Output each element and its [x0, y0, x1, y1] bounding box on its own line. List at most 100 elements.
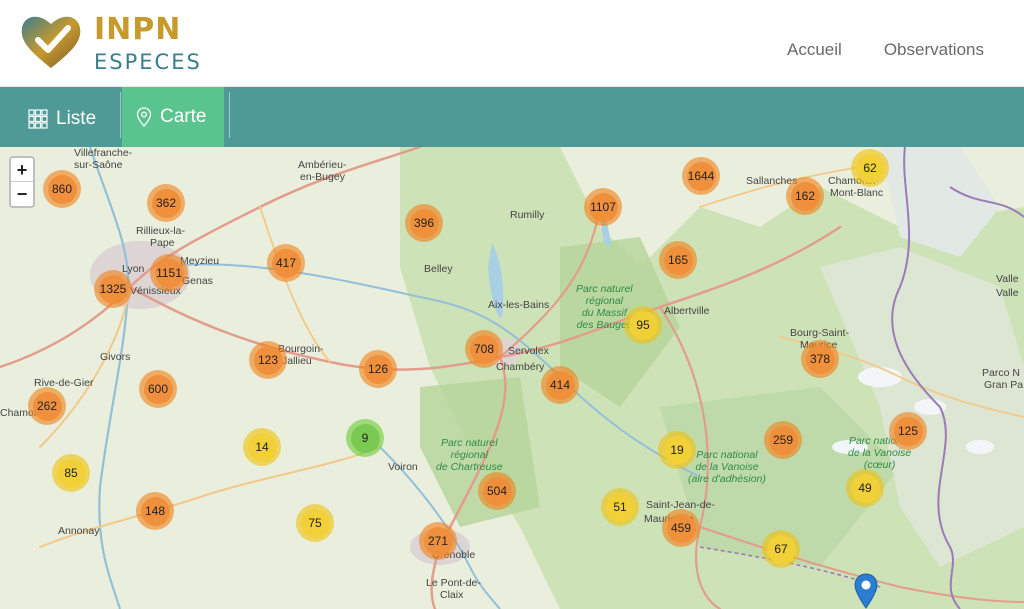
- cluster-count: 95: [628, 310, 658, 340]
- observation-cluster[interactable]: 123: [249, 341, 287, 379]
- cluster-count: 708: [469, 334, 499, 364]
- observation-cluster[interactable]: 262: [28, 387, 66, 425]
- top-navigation: Accueil Observations: [787, 40, 984, 60]
- observation-cluster[interactable]: 165: [659, 241, 697, 279]
- observation-cluster[interactable]: 9: [346, 419, 384, 457]
- observation-cluster[interactable]: 19: [658, 431, 696, 469]
- site-header: INPN ESPECES Accueil Observations: [0, 0, 1024, 87]
- cluster-count: 14: [247, 432, 277, 462]
- logo-text-especes: ESPECES: [94, 50, 202, 74]
- cluster-count: 123: [253, 345, 283, 375]
- nav-observations-link[interactable]: Observations: [884, 40, 984, 60]
- observation-cluster[interactable]: 414: [541, 366, 579, 404]
- observation-cluster[interactable]: 51: [601, 488, 639, 526]
- cluster-count: 262: [32, 391, 62, 421]
- observation-cluster[interactable]: 259: [764, 421, 802, 459]
- zoom-out-button[interactable]: −: [11, 182, 33, 206]
- park-label: Parc naturel régional de Chartreuse: [436, 437, 503, 473]
- heart-check-icon: [21, 16, 81, 68]
- observation-cluster[interactable]: 1107: [584, 188, 622, 226]
- zoom-control: + −: [9, 156, 35, 208]
- place-label: Valle: [996, 287, 1019, 299]
- observation-cluster[interactable]: 162: [786, 177, 824, 215]
- observation-cluster[interactable]: 1151: [150, 254, 188, 292]
- place-label: Rumilly: [510, 209, 545, 221]
- place-label: en-Bugey: [300, 171, 345, 183]
- observation-cluster[interactable]: 1325: [94, 270, 132, 308]
- observation-cluster[interactable]: 95: [624, 306, 662, 344]
- observation-cluster[interactable]: 126: [359, 350, 397, 388]
- tab-divider: [229, 92, 230, 138]
- observation-cluster[interactable]: 417: [267, 244, 305, 282]
- cluster-count: 85: [56, 458, 86, 488]
- observation-cluster[interactable]: 75: [296, 504, 334, 542]
- cluster-count: 860: [47, 174, 77, 204]
- place-label: Voiron: [388, 461, 418, 473]
- park-label-line: régional: [450, 449, 488, 461]
- observation-cluster[interactable]: 504: [478, 472, 516, 510]
- place-label: Chambéry: [496, 361, 545, 373]
- grid-icon: [28, 109, 48, 129]
- observation-cluster[interactable]: 85: [52, 454, 90, 492]
- park-label-line: du Massif: [581, 307, 627, 319]
- cluster-count: 362: [151, 188, 181, 218]
- cluster-count: 378: [805, 344, 835, 374]
- cluster-count: 126: [363, 354, 393, 384]
- observation-cluster[interactable]: 148: [136, 492, 174, 530]
- observation-cluster[interactable]: 49: [846, 469, 884, 507]
- tab-liste-label: Liste: [56, 108, 97, 129]
- observation-cluster[interactable]: 600: [139, 370, 177, 408]
- cluster-count: 1325: [98, 274, 128, 304]
- observation-cluster[interactable]: 1644: [682, 157, 720, 195]
- cluster-count: 396: [409, 208, 439, 238]
- cluster-count: 1107: [588, 192, 618, 222]
- observation-cluster[interactable]: 271: [419, 522, 457, 560]
- cluster-count: 1644: [686, 161, 716, 191]
- observation-cluster[interactable]: 396: [405, 204, 443, 242]
- cluster-count: 162: [790, 181, 820, 211]
- observation-cluster[interactable]: 459: [662, 509, 700, 547]
- observation-cluster[interactable]: 362: [147, 184, 185, 222]
- observation-cluster[interactable]: 708: [465, 330, 503, 368]
- tab-liste[interactable]: Liste: [14, 91, 118, 147]
- place-label: Lyon: [122, 263, 145, 275]
- place-label: Albertville: [664, 305, 710, 317]
- cluster-count: 459: [666, 513, 696, 543]
- cluster-count: 259: [768, 425, 798, 455]
- observation-cluster[interactable]: 62: [851, 149, 889, 187]
- tab-carte-label: Carte: [160, 106, 207, 127]
- location-marker-icon[interactable]: [854, 573, 878, 609]
- place-label: Gran Pa: [984, 379, 1024, 391]
- zoom-in-button[interactable]: +: [11, 158, 33, 182]
- cluster-count: 271: [423, 526, 453, 556]
- observation-cluster[interactable]: 378: [801, 340, 839, 378]
- place-label: Parco N: [982, 367, 1020, 379]
- cluster-count: 62: [855, 153, 885, 183]
- cluster-count: 148: [140, 496, 170, 526]
- place-label: Rillieux-la-: [136, 225, 186, 237]
- place-label: Claix: [440, 589, 464, 601]
- cluster-count: 49: [850, 473, 880, 503]
- cluster-count: 19: [662, 435, 692, 465]
- observation-cluster[interactable]: 67: [762, 530, 800, 568]
- place-label: Mont-Blanc: [830, 187, 884, 199]
- park-label: Parc national de la Vanoise (aire d'adhési…: [688, 449, 766, 485]
- observation-cluster[interactable]: 125: [889, 412, 927, 450]
- park-label-line: de Chartreuse: [436, 461, 503, 473]
- observation-cluster[interactable]: 860: [43, 170, 81, 208]
- inpn-especes-logo[interactable]: INPN ESPECES: [18, 10, 200, 76]
- park-label-line: Parc naturel: [440, 437, 498, 449]
- observation-cluster[interactable]: 14: [243, 428, 281, 466]
- cluster-count: 414: [545, 370, 575, 400]
- place-label: sur-Saône: [74, 159, 123, 171]
- tab-divider: [120, 92, 121, 138]
- place-label: Givors: [100, 351, 131, 363]
- cluster-count: 125: [893, 416, 923, 446]
- tab-carte[interactable]: Carte: [122, 87, 224, 147]
- place-label: Ambérieu-: [298, 159, 347, 171]
- cluster-count: 1151: [154, 258, 184, 288]
- park-label-line: (aire d'adhésion): [688, 473, 766, 485]
- observations-map[interactable]: Villefranche-sur-Saône Ambérieu-en-Bugey R…: [0, 147, 1024, 609]
- view-tabbar: Liste Carte: [0, 87, 1024, 147]
- nav-accueil-link[interactable]: Accueil: [787, 40, 842, 60]
